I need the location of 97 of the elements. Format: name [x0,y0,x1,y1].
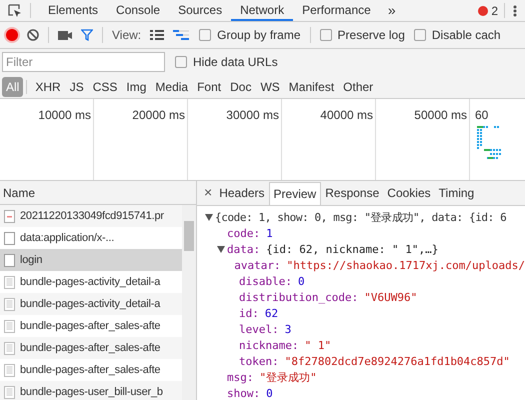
panel-tab[interactable]: Elements [39,0,108,21]
request-row[interactable]: bundle-pages-user_bill-user_b [0,381,182,400]
json-key: show: [227,386,260,400]
json-value: 62 [264,306,278,322]
time-tick-label: 30000 ms [226,107,279,124]
image-file-icon [4,210,15,222]
request-row[interactable]: login [0,249,182,271]
json-key: distribution_code: [239,290,358,306]
json-key: msg: [227,370,254,386]
filter-icon[interactable] [81,29,93,41]
request-name: data:application/x-... [20,230,114,246]
document-icon [4,254,15,266]
json-key: data: [227,242,260,258]
type-filter[interactable]: Img [122,76,150,96]
panel-tab[interactable]: Sources [169,0,232,21]
request-name: bundle-pages-after_sales-afte [20,340,160,356]
more-options-icon[interactable] [513,4,517,16]
camera-icon[interactable] [58,30,72,40]
json-key: avatar: [234,258,281,274]
type-filter[interactable]: Other [339,76,378,96]
checkbox[interactable] [320,29,332,41]
script-file-icon [4,276,15,288]
panel-tab[interactable]: Console [107,0,170,21]
document-icon [4,232,15,244]
expand-triangle-icon[interactable] [205,214,213,222]
request-name: bundle-pages-activity_detail-a [20,296,160,312]
list-view-icon[interactable] [150,30,164,40]
type-filter[interactable]: Doc [226,76,256,96]
type-filter[interactable]: Media [151,76,192,96]
json-value: "V6UW96" [364,290,418,306]
json-value: 0 [298,274,305,290]
time-tick-label: 40000 ms [320,107,373,124]
json-summary: {code: 1, show: 0, msg: "登录成功", data: {id: 6 [215,210,506,226]
script-file-icon [4,298,15,310]
json-key: disable: [239,274,292,290]
option-label: Preserve log [338,27,405,44]
request-name: 20211220133049fcd915741.pr [20,208,164,224]
checkbox[interactable] [175,56,187,68]
json-key: level: [239,322,279,338]
record-button[interactable] [6,29,18,41]
detail-tab[interactable]: Preview [268,182,322,205]
time-tick-label: 60 [475,107,488,124]
hide-data-urls-label: Hide data URLs [193,54,278,71]
json-value: "8f27802dcd7e8924276a1fd1b04c857d" [284,354,510,370]
json-value: "登录成功" [260,370,317,386]
option-label: Disable cach [432,27,501,44]
type-filter[interactable]: WS [256,76,284,96]
request-row[interactable]: 20211220133049fcd915741.pr [0,205,182,227]
detail-tab[interactable]: Headers [215,182,269,205]
type-filter[interactable]: JS [66,76,88,96]
request-row[interactable]: bundle-pages-after_sales-afte [0,337,182,359]
column-header[interactable]: Name [3,184,36,202]
script-file-icon [4,386,15,398]
clear-icon[interactable] [27,29,39,41]
json-key: id: [239,306,259,322]
json-key: nickname: [239,338,299,354]
request-name: bundle-pages-after_sales-afte [20,318,160,334]
json-value: 0 [266,386,273,400]
type-filter[interactable]: Font [193,76,226,96]
scrollbar[interactable] [182,205,196,400]
error-icon [478,6,488,16]
request-row[interactable]: bundle-pages-activity_detail-a [0,293,182,315]
type-filter[interactable]: Manifest [284,76,338,96]
expand-triangle-icon[interactable] [217,246,225,254]
type-filter[interactable]: XHR [31,76,65,96]
request-name: bundle-pages-after_sales-afte [20,362,160,378]
detail-tab[interactable]: Cookies [383,182,435,205]
detail-tab[interactable]: Timing [434,182,478,205]
checkbox[interactable] [414,29,426,41]
filter-field[interactable]: Filter [2,52,165,72]
detail-tab[interactable]: Response [321,182,384,205]
checkbox[interactable] [199,29,212,41]
panel-tab[interactable]: Performance [293,0,380,21]
json-value: 1 [266,226,273,242]
waterfall-view-icon[interactable] [173,30,190,40]
json-value: " 1" [304,338,332,354]
close-button[interactable]: × [201,182,216,204]
time-tick-label: 20000 ms [132,107,185,124]
script-file-icon [4,364,15,376]
time-tick-label: 50000 ms [414,107,467,124]
request-name: login [20,252,42,268]
view-label: View: [112,27,142,44]
json-value: "https://shaokao.1717xj.com/uploads/ [286,258,525,274]
error-count[interactable]: 2 [491,2,498,20]
request-name: bundle-pages-activity_detail-a [20,274,160,290]
type-filter[interactable]: CSS [88,76,122,96]
option-label: Group by frame [217,27,301,44]
json-value: 3 [284,322,292,338]
script-file-icon [4,320,15,332]
json-value: {id: 62, nickname: " 1",…} [266,242,438,258]
request-name: bundle-pages-user_bill-user_b [20,384,163,400]
json-key: code: [227,226,260,242]
script-file-icon [4,342,15,354]
time-tick-label: 10000 ms [38,107,91,124]
json-key: token: [239,354,279,370]
inspect-cursor-icon[interactable] [8,4,22,18]
more-tabs-chevron[interactable]: » [380,0,404,21]
